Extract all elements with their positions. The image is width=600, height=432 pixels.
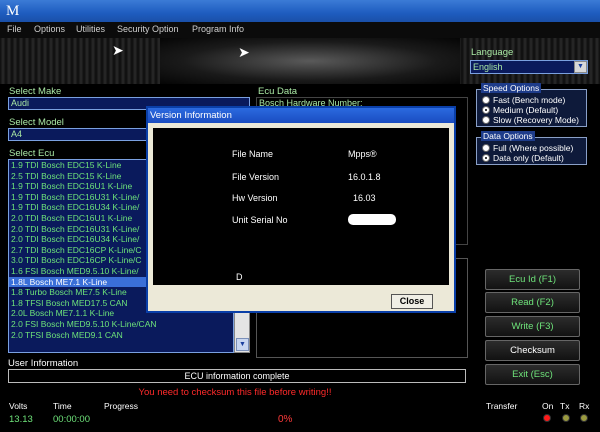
mouse-cursor-icon: ➤: [112, 42, 124, 58]
ecu-list-item[interactable]: 2.0 FSI Bosch MED9.5.10 K-Line/CAN: [9, 319, 233, 330]
rx-led-icon: [580, 414, 588, 422]
hw-version-label: Hw Version: [232, 193, 278, 203]
volts-label: Volts: [9, 401, 28, 411]
language-dropdown-icon[interactable]: ▼: [574, 61, 587, 73]
on-label: On: [542, 401, 554, 411]
speed-medium-radio[interactable]: Medium (Default): [482, 105, 558, 115]
menu-file[interactable]: File: [7, 24, 22, 34]
ecu-data-label: Ecu Data: [258, 86, 298, 97]
speed-slow-radio[interactable]: Slow (Recovery Mode): [482, 115, 579, 125]
speed-options-title: Speed Options: [481, 83, 542, 93]
exit-button[interactable]: Exit (Esc): [485, 364, 580, 385]
menu-program-info[interactable]: Program Info: [192, 24, 244, 34]
serial-label: Unit Serial No: [232, 215, 288, 225]
language-label: Language: [471, 47, 514, 58]
ecu-label: Select Ecu: [9, 148, 55, 159]
banner-graphic: [160, 38, 460, 84]
dialog-title: Version Information: [148, 108, 454, 123]
serial-redacted-field: [348, 214, 396, 225]
user-info-message: ECU information complete: [8, 369, 466, 383]
tx-led-icon: [562, 414, 570, 422]
radio-dot-selected-icon: [482, 154, 490, 162]
write-button[interactable]: Write (F3): [485, 316, 580, 337]
file-name-label: File Name: [232, 149, 274, 159]
read-button[interactable]: Read (F2): [485, 292, 580, 313]
title-bar: M: [0, 0, 600, 22]
language-select[interactable]: English: [470, 60, 588, 74]
checksum-warning: You need to checksum this file before wr…: [138, 387, 332, 398]
model-value: A4: [11, 129, 23, 139]
user-info-label: User Information: [8, 358, 79, 369]
mouse-cursor-icon: ➤: [238, 44, 250, 60]
close-button[interactable]: Close: [391, 294, 433, 309]
radio-dot-icon: [482, 144, 490, 152]
volts-value: 13.13: [9, 414, 33, 425]
file-version-label: File Version: [232, 172, 280, 182]
time-label: Time: [53, 401, 72, 411]
scroll-down-icon[interactable]: ▼: [236, 338, 249, 351]
radio-dot-icon: [482, 116, 490, 124]
version-dialog: Version Information File Name Mpps® File…: [146, 106, 456, 313]
make-label: Select Make: [9, 86, 62, 97]
dialog-body: File Name Mpps® File Version 16.0.1.8 Hw…: [153, 128, 449, 285]
ecu-id-button[interactable]: Ecu Id (F1): [485, 269, 580, 290]
hw-version-value: 16.03: [353, 193, 376, 203]
data-options-group: Data Options Full (Where possible) Data …: [476, 131, 587, 165]
radio-dot-icon: [482, 96, 490, 104]
ecu-list-item[interactable]: 2.0 TFSI Bosch MED9.1 CAN: [9, 330, 233, 341]
data-only-radio[interactable]: Data only (Default): [482, 153, 564, 163]
menu-options[interactable]: Options: [34, 24, 65, 34]
data-full-radio[interactable]: Full (Where possible): [482, 143, 573, 153]
menu-utilities[interactable]: Utilities: [76, 24, 105, 34]
on-led-icon: [543, 414, 551, 422]
tx-label: Tx: [560, 401, 570, 411]
menu-security-option[interactable]: Security Option: [117, 24, 179, 34]
file-version-value: 16.0.1.8: [348, 172, 381, 182]
make-value: Audi: [11, 98, 30, 108]
model-select[interactable]: A4: [8, 128, 148, 141]
speed-options-group: Speed Options Fast (Bench mode) Medium (…: [476, 83, 587, 127]
dialog-partial-text: D: [236, 272, 243, 282]
progress-value: 0%: [278, 414, 293, 425]
menu-bar: File Options Utilities Security Option P…: [0, 22, 600, 38]
time-value: 00:00:00: [53, 414, 90, 425]
app-icon: M: [6, 3, 20, 19]
file-name-value: Mpps®: [348, 149, 377, 159]
checksum-button[interactable]: Checksum: [485, 340, 580, 361]
radio-dot-selected-icon: [482, 106, 490, 114]
data-options-title: Data Options: [481, 131, 535, 141]
transfer-label: Transfer: [486, 401, 518, 411]
model-label: Select Model: [9, 117, 64, 128]
language-value: English: [473, 62, 503, 72]
rx-label: Rx: [579, 401, 590, 411]
speed-fast-radio[interactable]: Fast (Bench mode): [482, 95, 565, 105]
progress-label: Progress: [104, 401, 139, 411]
